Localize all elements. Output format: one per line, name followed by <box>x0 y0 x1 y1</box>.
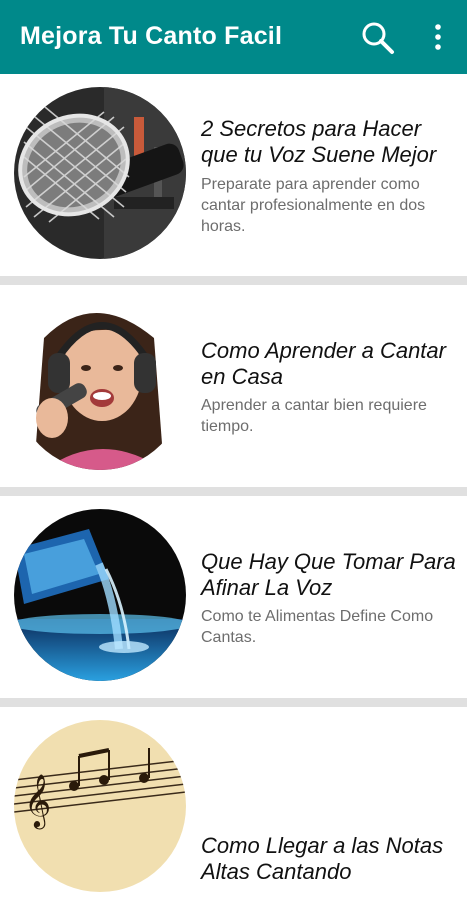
article-description: Aprender a cantar bien requiere tiempo. <box>201 397 427 435</box>
water-bottle-pouring-image <box>14 509 186 681</box>
article-description: Como te Alimentas Define Como Cantas. <box>201 608 434 646</box>
article-title: Que Hay Que Tomar Para Afinar La Voz <box>201 549 456 600</box>
divider <box>0 698 467 707</box>
article-card[interactable]: Como Aprender a Cantar en Casa Aprender … <box>0 285 467 487</box>
article-title: 2 Secretos para Hacer que tu Voz Suene M… <box>201 116 437 167</box>
article-card[interactable]: Que Hay Que Tomar Para Afinar La Voz Com… <box>0 496 467 698</box>
article-card[interactable]: 2 Secretos para Hacer que tu Voz Suene M… <box>0 74 467 276</box>
girl-singing-headphones-image <box>14 298 186 470</box>
article-card[interactable]: 𝄞 Como Llegar a las Notas Altas Cantando <box>0 707 467 909</box>
search-icon[interactable] <box>360 20 396 56</box>
article-description: Preparate para aprender como cantar prof… <box>201 176 426 235</box>
svg-text:𝄞: 𝄞 <box>24 773 51 829</box>
app-title: Mejora Tu Canto Facil <box>20 22 283 50</box>
divider <box>0 487 467 496</box>
article-title: Como Aprender a Cantar en Casa <box>201 338 446 389</box>
divider <box>0 276 467 285</box>
article-title: Como Llegar a las Notas Altas Cantando <box>201 833 444 884</box>
app-bar: Mejora Tu Canto Facil <box>0 0 467 74</box>
microphone-image <box>14 87 186 259</box>
more-vert-icon[interactable] <box>426 22 450 52</box>
music-sheet-notes-image: 𝄞 <box>14 720 186 892</box>
